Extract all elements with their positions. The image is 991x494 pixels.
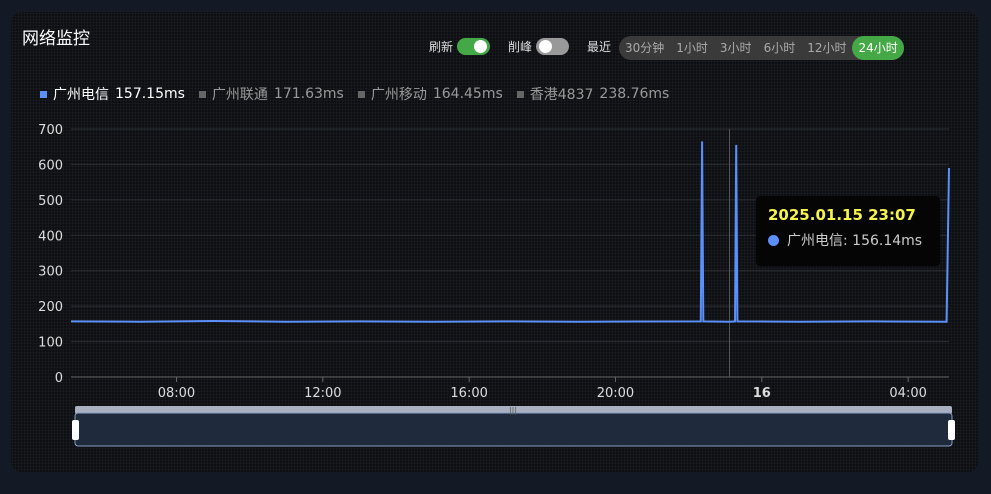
x-tick-label: 04:00 xyxy=(889,386,926,401)
slider-grip-icon: ||| xyxy=(509,406,517,415)
y-tick-label: 700 xyxy=(38,123,63,138)
x-tick-label: 16:00 xyxy=(450,386,487,401)
y-tick-label: 100 xyxy=(38,336,63,351)
series-dot-icon xyxy=(768,234,779,246)
x-tick-label: 12:00 xyxy=(304,386,341,401)
tooltip-time: 2025.01.15 23:07 xyxy=(768,206,916,224)
y-tick-label: 0 xyxy=(55,371,63,386)
chart-tooltip: 2025.01.15 23:07 广州电信: 156.14ms xyxy=(756,196,940,266)
x-tick-label: 16 xyxy=(753,386,771,401)
x-tick-label: 20:00 xyxy=(597,386,634,401)
x-tick-label: 08:00 xyxy=(158,386,195,401)
y-tick-label: 500 xyxy=(38,194,63,209)
y-tick-label: 400 xyxy=(38,229,63,244)
y-tick-label: 200 xyxy=(38,300,63,315)
slider-right-handle[interactable] xyxy=(948,420,955,440)
tooltip-value: 广州电信: 156.14ms xyxy=(787,233,923,249)
slider-left-handle[interactable] xyxy=(72,420,79,440)
y-tick-label: 600 xyxy=(38,158,63,173)
zoom-slider-window xyxy=(74,412,953,447)
y-tick-label: 300 xyxy=(38,265,63,280)
